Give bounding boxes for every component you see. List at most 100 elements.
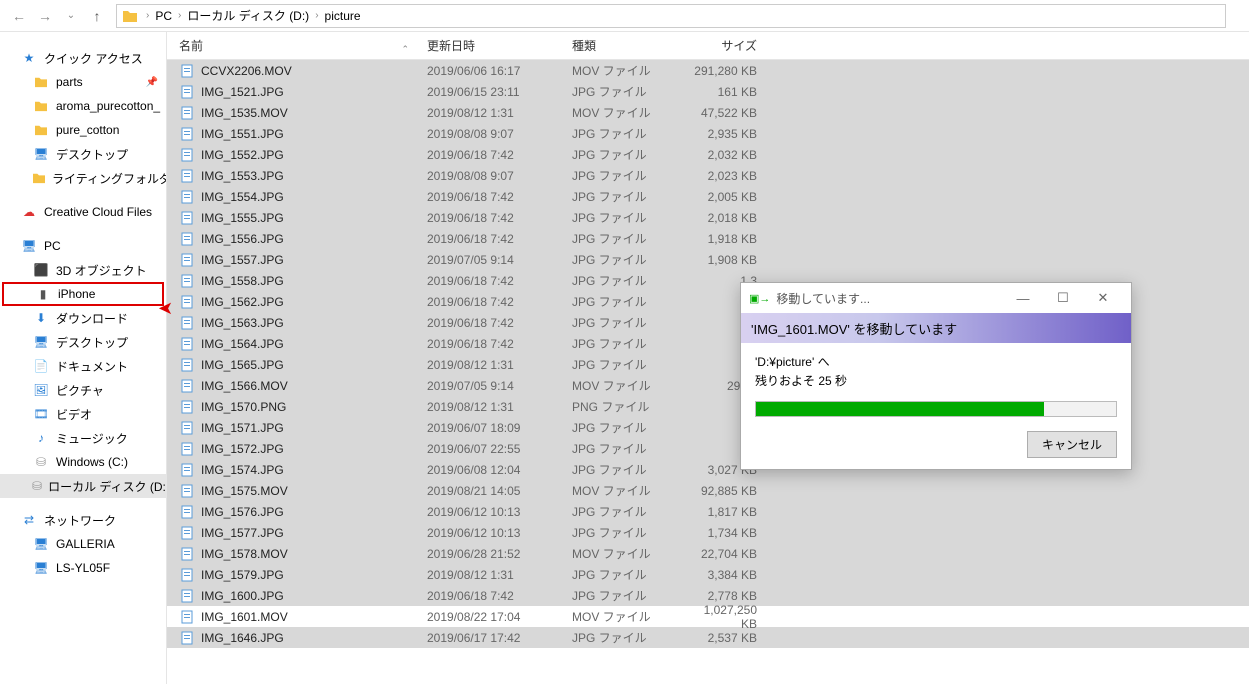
file-name: CCVX2206.MOV — [201, 64, 292, 78]
file-type: MOV ファイル — [572, 104, 687, 121]
file-row[interactable]: IMG_1577.JPG2019/06/12 10:13JPG ファイル1,73… — [167, 522, 1249, 543]
file-date: 2019/06/07 22:55 — [427, 442, 572, 456]
folder-icon — [32, 172, 46, 184]
sidebar-item-desktop[interactable]: 🖥デスクトップ — [0, 142, 166, 166]
sidebar-item-lsyl05f[interactable]: 🖥LS-YL05F — [0, 556, 166, 580]
cancel-button[interactable]: キャンセル — [1027, 431, 1117, 458]
dialog-titlebar[interactable]: ▣→ 移動しています... — ☐ ✕ — [741, 283, 1131, 313]
sidebar-item-aroma[interactable]: aroma_purecotton_ — [0, 94, 166, 118]
file-row[interactable]: IMG_1551.JPG2019/08/08 9:07JPG ファイル2,935… — [167, 123, 1249, 144]
file-name: IMG_1646.JPG — [201, 631, 284, 645]
maximize-button[interactable]: ☐ — [1043, 290, 1083, 306]
sidebar-item-pictures[interactable]: 🖼ピクチャ — [0, 378, 166, 402]
file-size: 1,908 KB — [687, 253, 767, 267]
sidebar-item-iphone[interactable]: ▮iPhone — [2, 282, 164, 306]
nav-back-button[interactable]: ← — [6, 3, 32, 29]
sidebar-item-purecotton[interactable]: pure_cotton — [0, 118, 166, 142]
file-icon — [179, 441, 195, 457]
file-row[interactable]: IMG_1553.JPG2019/08/08 9:07JPG ファイル2,023… — [167, 165, 1249, 186]
column-name[interactable]: 名前⌃ — [167, 37, 427, 54]
pin-icon: 📌 — [146, 77, 158, 88]
file-row[interactable]: IMG_1579.JPG2019/08/12 1:31JPG ファイル3,384… — [167, 564, 1249, 585]
file-name: IMG_1562.JPG — [201, 295, 284, 309]
file-row[interactable]: IMG_1556.JPG2019/06/18 7:42JPG ファイル1,918… — [167, 228, 1249, 249]
file-type: MOV ファイル — [572, 545, 687, 562]
nav-history-button[interactable]: ⌄ — [58, 3, 84, 29]
sidebar-item-d-drive[interactable]: ⛁ローカル ディスク (D:) — [0, 474, 166, 498]
file-size: 2,018 KB — [687, 211, 767, 225]
minimize-button[interactable]: — — [1003, 291, 1043, 306]
file-name: IMG_1553.JPG — [201, 169, 284, 183]
file-type: MOV ファイル — [572, 62, 687, 79]
sidebar-item-label: PC — [44, 239, 61, 253]
sidebar-item-3dobjects[interactable]: ⬛3D オブジェクト — [0, 258, 166, 282]
column-date[interactable]: 更新日時 — [427, 37, 572, 54]
file-row[interactable]: IMG_1646.JPG2019/06/17 17:42JPG ファイル2,53… — [167, 627, 1249, 648]
file-size: 291,280 KB — [687, 64, 767, 78]
sidebar-item-galleria[interactable]: 🖥GALLERIA — [0, 532, 166, 556]
sidebar-network[interactable]: ⇄ネットワーク — [0, 508, 166, 532]
column-type[interactable]: 種類 — [572, 37, 687, 54]
sidebar-item-parts[interactable]: parts 📌 — [0, 70, 166, 94]
sidebar-item-label: ライティングフォルダ — [52, 170, 167, 187]
sidebar-item-c-drive[interactable]: ⛁Windows (C:) — [0, 450, 166, 474]
quick-access[interactable]: ★クイック アクセス — [0, 46, 166, 70]
file-row[interactable]: IMG_1554.JPG2019/06/18 7:42JPG ファイル2,005… — [167, 186, 1249, 207]
file-name: IMG_1576.JPG — [201, 505, 284, 519]
file-row[interactable]: IMG_1575.MOV2019/08/21 14:05MOV ファイル92,8… — [167, 480, 1249, 501]
sidebar-item-label: pure_cotton — [56, 123, 119, 137]
file-date: 2019/06/18 7:42 — [427, 274, 572, 288]
quick-access-label: クイック アクセス — [44, 50, 143, 67]
file-type: JPG ファイル — [572, 83, 687, 100]
file-size: 161 KB — [687, 85, 767, 99]
file-size: 1,817 KB — [687, 505, 767, 519]
sidebar-item-label: ダウンロード — [56, 310, 128, 327]
file-size: 2,778 KB — [687, 589, 767, 603]
sidebar-item-videos[interactable]: 🎞ビデオ — [0, 402, 166, 426]
file-date: 2019/08/12 1:31 — [427, 568, 572, 582]
file-row[interactable]: IMG_1576.JPG2019/06/12 10:13JPG ファイル1,81… — [167, 501, 1249, 522]
file-row[interactable]: IMG_1555.JPG2019/06/18 7:42JPG ファイル2,018… — [167, 207, 1249, 228]
file-row[interactable]: IMG_1557.JPG2019/07/05 9:14JPG ファイル1,908… — [167, 249, 1249, 270]
sidebar-item-music[interactable]: ♪ミュージック — [0, 426, 166, 450]
dialog-title: 移動しています... — [776, 290, 870, 307]
breadcrumb-folder[interactable]: picture — [322, 9, 364, 23]
chevron-right-icon: › — [175, 10, 184, 21]
file-name: IMG_1572.JPG — [201, 442, 284, 456]
breadcrumb-disk[interactable]: ローカル ディスク (D:) — [184, 7, 312, 24]
column-size[interactable]: サイズ — [687, 37, 767, 54]
file-icon — [179, 63, 195, 79]
file-type: JPG ファイル — [572, 587, 687, 604]
sidebar-item-writing[interactable]: ライティングフォルダ — [0, 166, 166, 190]
file-row[interactable]: IMG_1535.MOV2019/08/12 1:31MOV ファイル47,52… — [167, 102, 1249, 123]
file-row[interactable]: CCVX2206.MOV2019/06/06 16:17MOV ファイル291,… — [167, 60, 1249, 81]
sidebar-item-documents[interactable]: 📄ドキュメント — [0, 354, 166, 378]
drive-icon: ⛁ — [32, 455, 50, 469]
file-name: IMG_1566.MOV — [201, 379, 288, 393]
file-type: JPG ファイル — [572, 419, 687, 436]
sidebar-item-label: ピクチャ — [56, 382, 104, 399]
file-type: JPG ファイル — [572, 188, 687, 205]
nav-up-button[interactable]: ↑ — [84, 3, 110, 29]
sidebar-item-label: GALLERIA — [56, 537, 115, 551]
sidebar-pc[interactable]: 🖥PC — [0, 234, 166, 258]
file-type: JPG ファイル — [572, 251, 687, 268]
file-row[interactable]: IMG_1521.JPG2019/06/15 23:11JPG ファイル161 … — [167, 81, 1249, 102]
sidebar-creative-cloud[interactable]: ☁Creative Cloud Files — [0, 200, 166, 224]
sidebar-item-downloads[interactable]: ⬇ダウンロード — [0, 306, 166, 330]
file-row[interactable]: IMG_1552.JPG2019/06/18 7:42JPG ファイル2,032… — [167, 144, 1249, 165]
file-row[interactable]: IMG_1578.MOV2019/06/28 21:52MOV ファイル22,7… — [167, 543, 1249, 564]
file-icon — [179, 147, 195, 163]
file-row[interactable]: IMG_1601.MOV2019/08/22 17:04MOV ファイル1,02… — [167, 606, 1249, 627]
progress-fill — [756, 402, 1044, 416]
file-name: IMG_1558.JPG — [201, 274, 284, 288]
sidebar-item-desktop2[interactable]: 🖥デスクトップ — [0, 330, 166, 354]
file-type: JPG ファイル — [572, 503, 687, 520]
pc-icon: 🖥 — [32, 561, 50, 575]
breadcrumb-pc[interactable]: PC — [152, 9, 175, 23]
close-button[interactable]: ✕ — [1083, 290, 1123, 306]
breadcrumb[interactable]: › PC › ローカル ディスク (D:) › picture — [116, 4, 1226, 28]
file-icon — [179, 210, 195, 226]
nav-forward-button[interactable]: → — [32, 3, 58, 29]
sidebar-item-label: parts — [56, 75, 83, 89]
